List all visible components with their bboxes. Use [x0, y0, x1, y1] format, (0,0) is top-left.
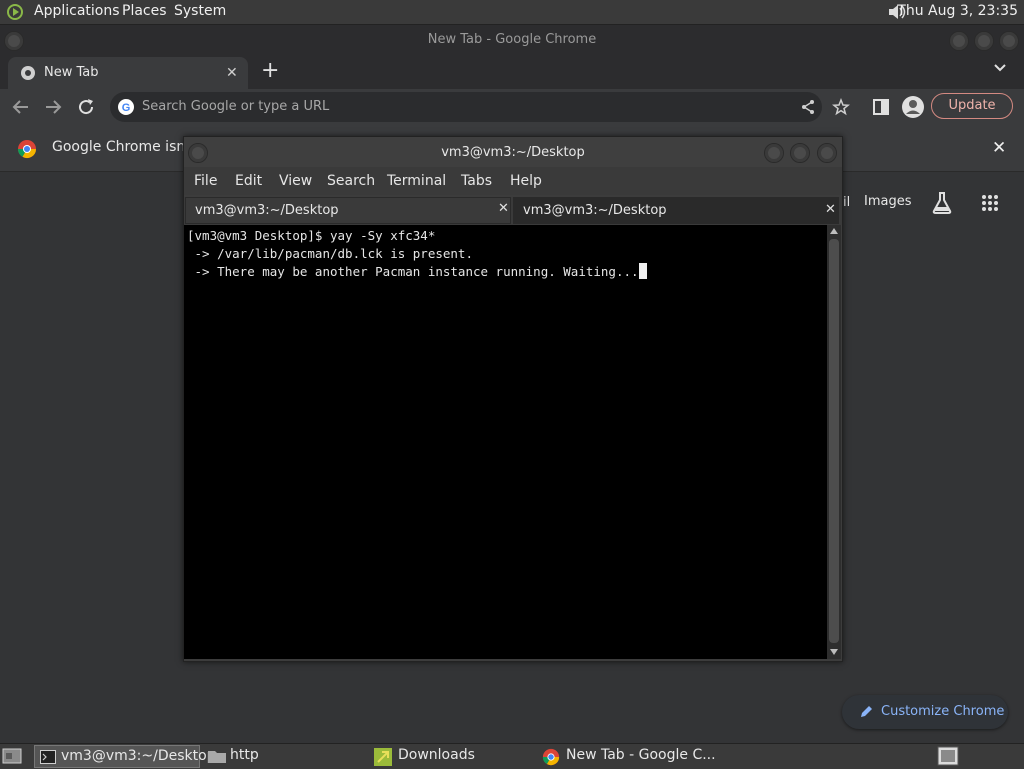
menu-file[interactable]: File	[194, 173, 217, 189]
customize-chrome-label: Customize Chrome	[881, 704, 1005, 719]
taskbar-item-label: vm3@vm3:~/Desktop	[61, 748, 216, 764]
menu-help[interactable]: Help	[510, 173, 542, 189]
menu-terminal[interactable]: Terminal	[387, 173, 446, 189]
terminal-icon	[40, 750, 56, 764]
taskbar-item-http[interactable]: http	[204, 745, 364, 768]
share-icon[interactable]	[800, 99, 816, 115]
menu-view[interactable]: View	[279, 173, 312, 189]
downloads-folder-icon	[374, 748, 392, 766]
terminal-line-text: -> There may be another Pacman instance …	[187, 264, 639, 279]
back-arrow-icon[interactable]	[12, 98, 30, 116]
google-g-icon: G	[118, 99, 134, 115]
top-panel: Applications Places System Thu Aug 3, 23…	[0, 0, 1024, 25]
maximize-button[interactable]	[974, 31, 994, 51]
profile-avatar-icon[interactable]	[902, 96, 924, 118]
menu-edit[interactable]: Edit	[235, 173, 262, 189]
chrome-window-title: New Tab - Google Chrome	[427, 32, 597, 47]
taskbar-item-label: New Tab - Google C...	[566, 747, 716, 763]
terminal-cursor	[638, 263, 647, 279]
bottom-panel: vm3@vm3:~/Desktop http Downloads New Tab…	[0, 743, 1024, 769]
terminal-tabbar: vm3@vm3:~/Desktop ✕ vm3@vm3:~/Desktop ✕	[184, 197, 842, 225]
terminal-close-button[interactable]	[817, 143, 837, 163]
terminal-tab-active[interactable]: vm3@vm3:~/Desktop ✕	[513, 197, 839, 224]
terminal-minimize-button[interactable]	[764, 143, 784, 163]
terminal-tab-label: vm3@vm3:~/Desktop	[195, 203, 339, 218]
taskbar-item-downloads[interactable]: Downloads	[372, 745, 532, 768]
chrome-tabstrip: New Tab ✕ +	[0, 55, 1024, 89]
terminal-screen[interactable]: [vm3@vm3 Desktop]$ yay -Sy xfc34* -> /va…	[184, 225, 827, 659]
terminal-maximize-button[interactable]	[790, 143, 810, 163]
reload-icon[interactable]	[77, 98, 95, 116]
minimize-button[interactable]	[949, 31, 969, 51]
terminal-tab-close-icon[interactable]: ✕	[498, 201, 509, 216]
infobar-close-icon[interactable]: ✕	[992, 138, 1006, 158]
taskbar-item-label: Downloads	[398, 747, 475, 763]
taskbar-item-terminal[interactable]: vm3@vm3:~/Desktop	[34, 745, 216, 768]
scroll-down-icon[interactable]	[830, 649, 838, 655]
customize-chrome-button[interactable]: Customize Chrome	[842, 695, 1008, 729]
terminal-window: vm3@vm3:~/Desktop File Edit View Search …	[183, 136, 843, 662]
places-menu[interactable]: Places	[122, 3, 167, 19]
system-menu[interactable]: System	[174, 3, 226, 19]
menu-tabs[interactable]: Tabs	[461, 173, 492, 189]
taskbar-item-label: http	[230, 747, 259, 763]
terminal-window-title: vm3@vm3:~/Desktop	[441, 145, 585, 160]
taskbar-item-chrome[interactable]: New Tab - Google C...	[540, 745, 716, 768]
labs-flask-icon[interactable]	[931, 191, 953, 215]
side-panel-icon[interactable]	[873, 99, 889, 115]
bookmark-star-icon[interactable]	[832, 98, 850, 116]
pencil-icon	[859, 705, 873, 719]
terminal-line: [vm3@vm3 Desktop]$ yay -Sy xfc34*	[187, 228, 436, 243]
omnibox[interactable]: G Search Google or type a URL	[110, 92, 850, 122]
terminal-menubar: File Edit View Search Terminal Tabs Help	[184, 167, 842, 195]
chrome-favicon-icon	[20, 65, 36, 81]
terminal-tab-label: vm3@vm3:~/Desktop	[523, 203, 667, 218]
terminal-tab[interactable]: vm3@vm3:~/Desktop ✕	[185, 197, 511, 224]
new-tab-button[interactable]: +	[261, 58, 279, 83]
apps-grid-icon[interactable]	[981, 194, 999, 212]
gmail-link[interactable]: il	[843, 195, 850, 210]
chrome-logo-icon	[17, 139, 37, 159]
terminal-tab-close-icon[interactable]: ✕	[825, 202, 836, 217]
chrome-titlebar[interactable]: New Tab - Google Chrome	[0, 25, 1024, 55]
clock[interactable]: Thu Aug 3, 23:35	[897, 3, 1018, 19]
folder-icon	[208, 749, 226, 763]
applications-menu[interactable]: Applications	[34, 3, 120, 19]
menu-search[interactable]: Search	[327, 173, 375, 189]
terminal-line: -> There may be another Pacman instance …	[187, 263, 647, 281]
tab-search-chevron-icon[interactable]	[993, 63, 1007, 73]
forward-arrow-icon[interactable]	[44, 98, 62, 116]
tab-close-icon[interactable]: ✕	[226, 65, 238, 81]
chrome-toolbar: G Search Google or type a URL Update	[0, 89, 1024, 125]
gnome-foot-icon[interactable]	[6, 3, 26, 21]
show-desktop-icon[interactable]	[2, 747, 22, 765]
svg-text:G: G	[122, 102, 131, 114]
scroll-up-icon[interactable]	[830, 228, 838, 234]
update-button[interactable]: Update	[931, 93, 1013, 119]
terminal-output: [vm3@vm3 Desktop]$ yay -Sy xfc34* -> /va…	[187, 227, 647, 281]
workspace-switcher-icon[interactable]	[937, 746, 959, 766]
terminal-scrollbar[interactable]	[827, 225, 841, 659]
terminal-line: -> /var/lib/pacman/db.lck is present.	[187, 246, 473, 261]
tab-new-tab[interactable]: New Tab ✕	[8, 57, 248, 89]
close-window-button[interactable]	[999, 31, 1019, 51]
terminal-titlebar[interactable]: vm3@vm3:~/Desktop	[184, 137, 842, 167]
images-link[interactable]: Images	[864, 194, 912, 209]
terminal-scrollbar-thumb[interactable]	[829, 239, 839, 643]
tab-label: New Tab	[44, 65, 99, 80]
chrome-icon	[542, 748, 560, 766]
omnibox-placeholder: Search Google or type a URL	[142, 99, 330, 114]
